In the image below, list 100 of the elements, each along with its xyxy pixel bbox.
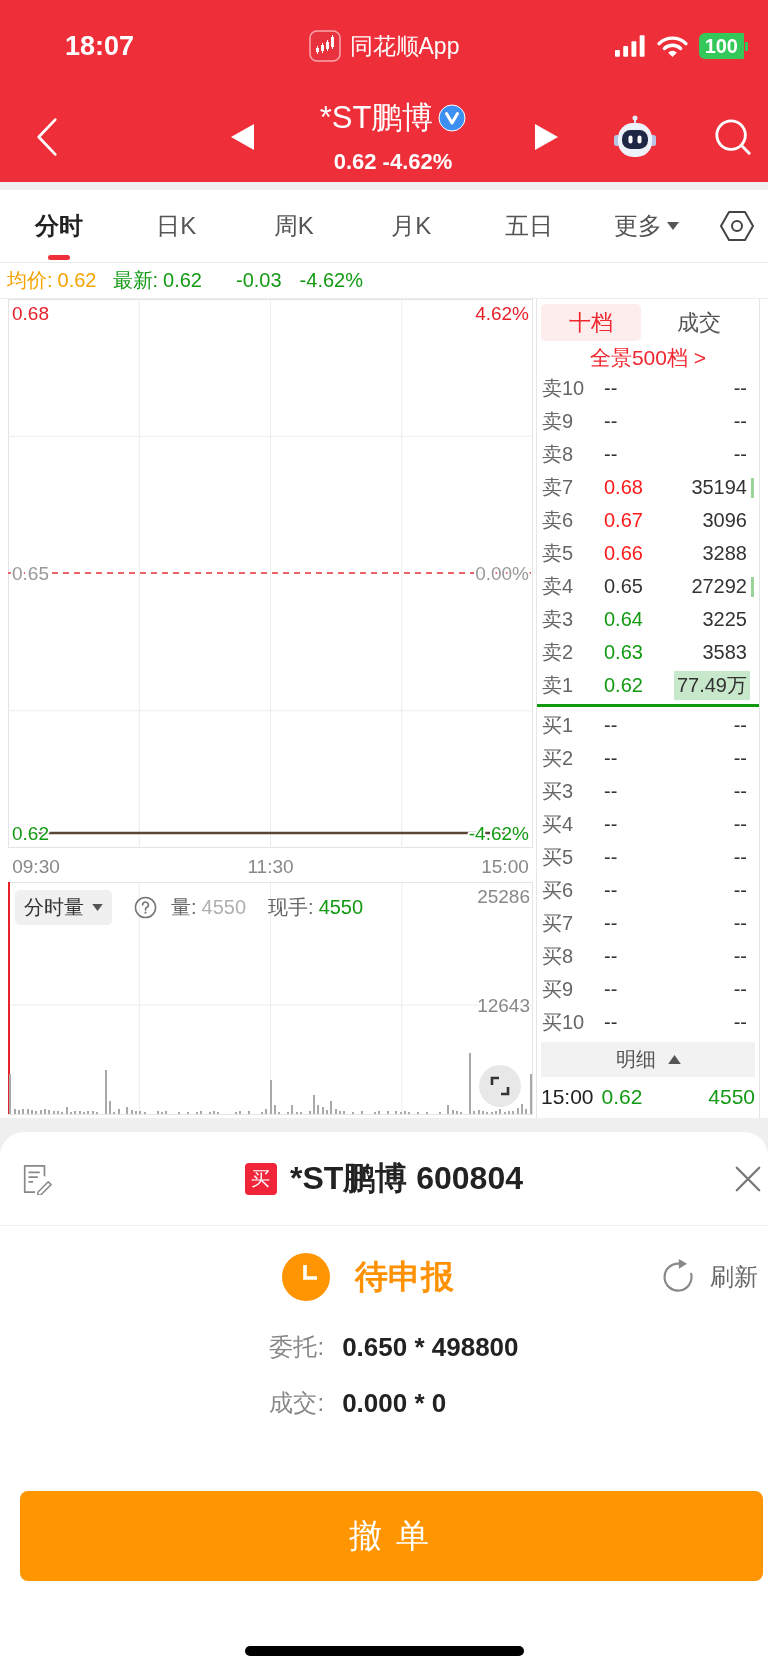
price-cell: -- bbox=[604, 813, 618, 836]
period-tab[interactable]: 更多 bbox=[587, 190, 705, 262]
price-cell: -- bbox=[604, 1011, 618, 1034]
volume-cell-text: -- bbox=[732, 409, 748, 434]
price-cell: -- bbox=[604, 780, 618, 803]
price-cell: -- bbox=[604, 747, 618, 770]
level-label: 卖8 bbox=[542, 442, 574, 467]
price-cell: -- bbox=[604, 879, 618, 902]
y-axis-label: 0.68 bbox=[12, 302, 49, 324]
refresh-button[interactable]: 刷新 bbox=[660, 1259, 758, 1295]
level-label: 卖3 bbox=[542, 607, 574, 632]
level-label: 卖6 bbox=[542, 508, 574, 533]
volume-cell-text: -- bbox=[732, 376, 748, 401]
trade-volume: 4550 bbox=[708, 1085, 755, 1109]
detail-value: 0.650 * 498800 bbox=[342, 1331, 519, 1363]
price-cell: 0.64 bbox=[604, 608, 643, 631]
current-volume-value: 4550 bbox=[318, 896, 364, 919]
volume-bar bbox=[247, 1111, 250, 1114]
refresh-icon bbox=[660, 1259, 696, 1295]
volume-bar bbox=[239, 1111, 242, 1114]
period-tab[interactable]: 周K bbox=[235, 190, 353, 262]
period-tab[interactable]: 日K bbox=[117, 190, 235, 262]
expand-icon[interactable] bbox=[479, 1065, 521, 1107]
volume-bar bbox=[386, 1111, 389, 1114]
caret-down-icon bbox=[92, 904, 103, 911]
level-label: 买3 bbox=[542, 779, 574, 804]
volume-bar bbox=[156, 1111, 159, 1114]
clock-icon bbox=[282, 1253, 330, 1301]
average-label: 均价: bbox=[7, 268, 53, 293]
volume-cell-text: -- bbox=[732, 713, 748, 738]
level-label: 买1 bbox=[542, 713, 574, 738]
volume-cell-text: -- bbox=[732, 878, 748, 903]
volume-cell-text: 27292 bbox=[690, 574, 748, 599]
volume-cell: 77.49万 bbox=[673, 671, 750, 700]
volume-cell-text: 3096 bbox=[701, 508, 748, 533]
left-triangle-icon[interactable] bbox=[230, 124, 254, 150]
robot-icon[interactable] bbox=[613, 115, 657, 159]
volume-cell-text: -- bbox=[732, 812, 748, 837]
level-label: 买7 bbox=[542, 911, 574, 936]
level-label: 买9 bbox=[542, 977, 574, 1002]
period-tab[interactable]: 月K bbox=[352, 190, 470, 262]
trade-price: 0.62 bbox=[601, 1085, 643, 1109]
price-cell: 0.63 bbox=[604, 641, 643, 664]
volume-bar bbox=[360, 1111, 363, 1114]
level-label: 买2 bbox=[542, 746, 574, 771]
battery-indicator: 100 bbox=[698, 33, 748, 59]
depth-tab[interactable]: 十档 bbox=[541, 304, 641, 341]
close-icon[interactable] bbox=[734, 1164, 762, 1193]
signal-icon bbox=[614, 35, 646, 57]
volume-bar bbox=[343, 1111, 346, 1114]
y-axis-label: 25286 bbox=[477, 885, 530, 907]
period-tab[interactable]: 分时 bbox=[0, 190, 118, 262]
buy-badge: 买 bbox=[245, 1162, 277, 1195]
help-icon[interactable] bbox=[134, 896, 157, 919]
latest-label: 最新: bbox=[112, 268, 159, 293]
back-icon[interactable] bbox=[36, 117, 58, 157]
price-cell: 0.66 bbox=[604, 542, 643, 565]
search-icon[interactable] bbox=[714, 118, 752, 156]
level-label: 买5 bbox=[542, 845, 574, 870]
price-change: -0.03 bbox=[236, 269, 282, 292]
caret-down-icon bbox=[666, 222, 679, 230]
price-cell: -- bbox=[604, 714, 618, 737]
volume-cell-text: -- bbox=[732, 746, 748, 771]
y-axis-label: 12643 bbox=[477, 994, 530, 1016]
price-cell: -- bbox=[604, 912, 618, 935]
settings-icon[interactable] bbox=[719, 209, 754, 243]
trade-time: 15:00 bbox=[541, 1085, 594, 1109]
volume-cell-text: -- bbox=[732, 779, 748, 804]
volume-cell-text: -- bbox=[732, 442, 748, 467]
level-label: 买4 bbox=[542, 812, 574, 837]
volume-label: 量: bbox=[171, 895, 197, 920]
status-time: 18:07 bbox=[65, 30, 135, 62]
level-label: 卖2 bbox=[542, 640, 574, 665]
y-axis-label: 0.65 bbox=[12, 562, 49, 584]
period-tab[interactable]: 五日 bbox=[470, 190, 588, 262]
price-cell: -- bbox=[604, 410, 618, 433]
latest-price: 0.62 bbox=[163, 269, 202, 292]
level-label: 买8 bbox=[542, 944, 574, 969]
right-triangle-icon[interactable] bbox=[534, 124, 558, 150]
price-cell: -- bbox=[604, 443, 618, 466]
volume-cell-text: -- bbox=[732, 977, 748, 1002]
full-depth-link[interactable]: 全景500档 > bbox=[589, 344, 707, 372]
detail-button[interactable]: 明细 bbox=[541, 1042, 755, 1077]
stock-title: *ST鹏博 bbox=[319, 99, 434, 137]
depth-tab[interactable]: 成交 bbox=[649, 304, 749, 341]
volume-cell-text: -- bbox=[732, 845, 748, 870]
level-label: 卖4 bbox=[542, 574, 574, 599]
level-label: 卖7 bbox=[542, 475, 574, 500]
detail-value: 0.000 * 0 bbox=[342, 1387, 447, 1419]
percent-axis-label: 4.62% bbox=[475, 302, 529, 324]
x-axis-label: 15:00 bbox=[481, 856, 529, 877]
price-cell: -- bbox=[604, 978, 618, 1001]
volume-cell-text: 3288 bbox=[701, 541, 748, 566]
app-logo-icon bbox=[308, 30, 341, 62]
x-axis-label: 09:30 bbox=[12, 856, 60, 877]
x-axis-label: 11:30 bbox=[247, 856, 294, 877]
volume-cell-text: -- bbox=[732, 944, 748, 969]
price-cell: 0.62 bbox=[604, 674, 643, 697]
price-cell: 0.65 bbox=[604, 575, 643, 598]
indicator-dropdown[interactable]: 分时量 bbox=[15, 890, 112, 925]
